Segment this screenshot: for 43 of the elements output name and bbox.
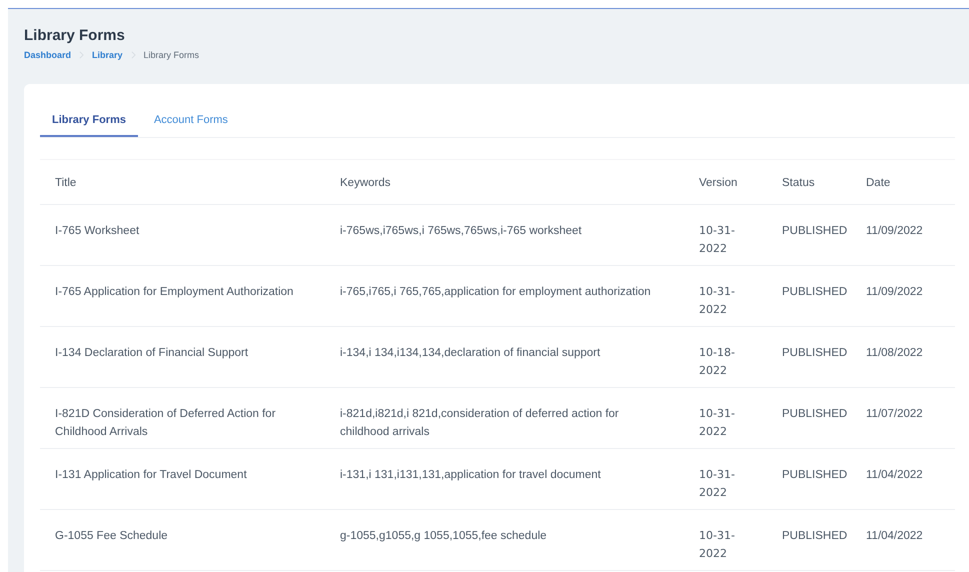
table-cell-text: PUBLISHED [781, 224, 848, 239]
table-cell-text: i-134,i 134,i134,134,declaration of financial support [339, 346, 602, 361]
breadcrumb-current: Library Forms [144, 50, 200, 60]
table-cell-text: i-821d,i821d,i 821d,consideration of deferred action for childhood arrivals [339, 407, 620, 440]
table-cell-text: 11/04/2022 [865, 529, 924, 544]
tab[interactable]: Account Forms [142, 114, 240, 137]
table-cell-text: G-1055 Fee Schedule [54, 529, 169, 544]
table-cell-text: 10-31-2022 [698, 467, 736, 501]
table-cell-text: PUBLISHED [781, 285, 848, 300]
table-cell-text: i-131,i 131,i131,131,application for travel document [339, 468, 602, 483]
table-cell-text: PUBLISHED [781, 407, 848, 422]
table-cell-text: 10-31-2022 [698, 284, 736, 318]
table-cell-text: I-821D Consideration of Deferred Action for Childhood Arrivals [54, 407, 277, 440]
tab[interactable]: Library Forms [40, 114, 138, 137]
table-cell-text: PUBLISHED [781, 346, 848, 361]
breadcrumb-link[interactable]: Library [92, 50, 123, 60]
table-cell-text: I-134 Declaration of Financial Support [54, 346, 250, 361]
column-header: Title [54, 176, 78, 191]
page-title: Library Forms [24, 27, 126, 44]
table-cell-text: 10-31-2022 [698, 528, 736, 562]
column-header: Date [865, 176, 892, 191]
table-cell-text: PUBLISHED [781, 529, 848, 544]
table-cell-text: g-1055,g1055,g 1055,1055,fee schedule [339, 529, 548, 544]
table-cell-text: I-765 Worksheet [54, 224, 140, 239]
table-cell-text: I-765 Application for Employment Authorization [54, 285, 294, 300]
chevron-icon [79, 51, 84, 59]
table-cell-text: 10-31-2022 [698, 223, 736, 257]
column-header: Version [698, 176, 738, 191]
table-cell-text: i-765,i765,i 765,765,application for employment authorization [339, 285, 652, 300]
table-cell-text: 11/09/2022 [865, 224, 924, 239]
table-cell-text: 11/08/2022 [865, 346, 924, 361]
chevron-icon [130, 51, 136, 59]
breadcrumb-link[interactable]: Dashboard [24, 50, 72, 60]
table-cell-text: i-765ws,i765ws,i 765ws,765ws,i-765 worksheet [339, 224, 583, 239]
table-cell-text: 11/04/2022 [865, 468, 924, 483]
table-cell-text: 11/07/2022 [865, 407, 924, 422]
column-header: Keywords [339, 176, 392, 191]
table-cell-text: PUBLISHED [781, 468, 848, 483]
table-cell-text: 10-18-2022 [698, 345, 736, 379]
table-cell-text: 11/09/2022 [865, 285, 924, 300]
table-cell-text: 10-31-2022 [698, 406, 736, 440]
column-header: Status [781, 176, 816, 191]
table-cell-text: I-131 Application for Travel Document [54, 468, 248, 483]
